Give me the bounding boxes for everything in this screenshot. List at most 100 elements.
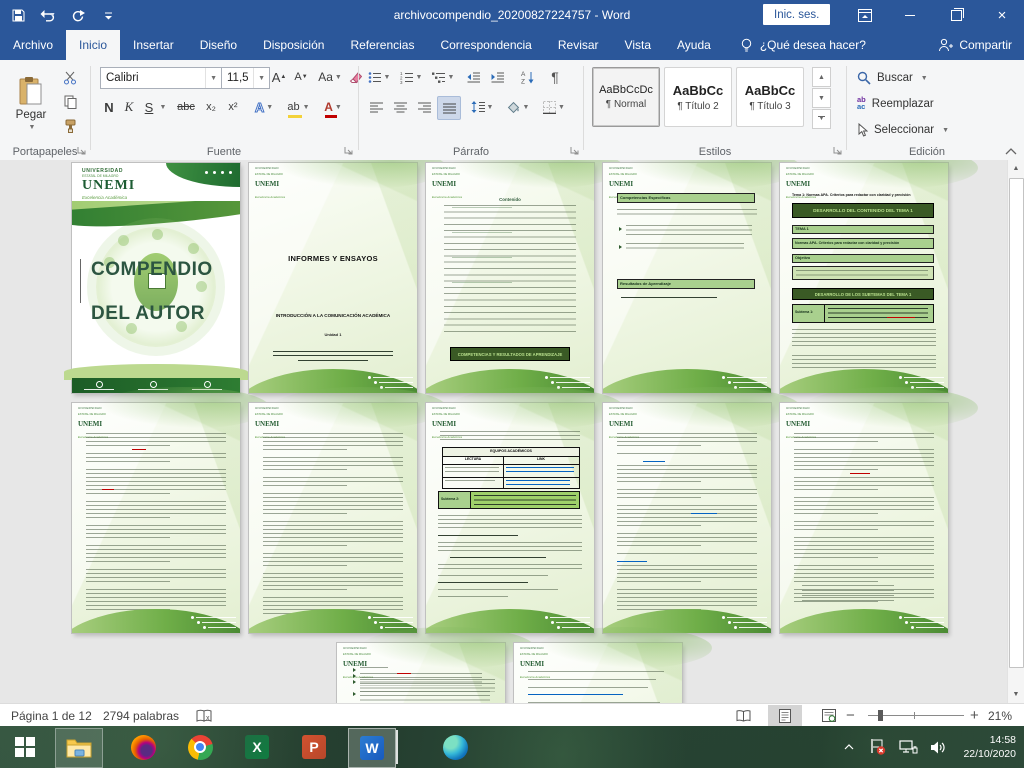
zoom-in-button[interactable]: +	[970, 704, 979, 727]
grow-font-button[interactable]: A▲	[269, 66, 289, 88]
increase-indent-button[interactable]	[487, 66, 509, 88]
taskbar-chrome-button[interactable]	[177, 728, 223, 766]
bold-button[interactable]: N	[100, 96, 118, 118]
page-thumbnail-7[interactable]: UNIVERSIDADESTATAL DE MILAGROUNEMIExcele…	[249, 403, 417, 633]
taskbar-edge-button[interactable]	[432, 728, 478, 766]
tab-referencias[interactable]: Referencias	[337, 30, 427, 60]
highlight-color-button[interactable]: ab ▼	[283, 96, 313, 118]
taskbar-powerpoint-button[interactable]: P	[291, 728, 337, 766]
word-count[interactable]: 2794 palabras	[103, 704, 179, 727]
style-título2[interactable]: AaBbCc¶ Título 2	[664, 67, 732, 127]
page-thumbnail-3[interactable]: UNIVERSIDADESTATAL DE MILAGROUNEMIExcele…	[426, 163, 594, 393]
tab-inicio[interactable]: Inicio	[66, 30, 120, 60]
subscript-button[interactable]: x₂	[201, 96, 221, 118]
page-thumbnail-12[interactable]: UNIVERSIDADESTATAL DE MILAGROUNEMIExcele…	[514, 643, 682, 703]
restore-button[interactable]	[936, 0, 976, 30]
paragraph-dialog-launcher[interactable]	[569, 145, 580, 156]
network-icon[interactable]	[894, 726, 922, 768]
web-layout-button[interactable]	[812, 705, 846, 726]
tab-disposición[interactable]: Disposición	[250, 30, 337, 60]
font-color-button[interactable]: A ▼	[319, 96, 347, 118]
security-flag-icon[interactable]	[864, 726, 892, 768]
share-button[interactable]: Compartir	[938, 30, 1012, 60]
tab-ayuda[interactable]: Ayuda	[664, 30, 724, 60]
change-case-button[interactable]: Aa▼	[317, 66, 343, 88]
style-normal[interactable]: AaBbCcDc¶ Normal	[592, 67, 660, 127]
align-right-button[interactable]	[413, 96, 435, 118]
numbering-button[interactable]: 123▼	[397, 66, 425, 88]
text-effects-button[interactable]: A▼	[251, 96, 277, 118]
sort-button[interactable]: AZ	[515, 66, 541, 88]
font-size-combo[interactable]: 11,5▼	[221, 67, 270, 89]
page-thumbnail-8[interactable]: UNIVERSIDADESTATAL DE MILAGROUNEMIExcele…	[426, 403, 594, 633]
read-mode-button[interactable]	[726, 705, 760, 726]
replace-button[interactable]: abac Reemplazar	[857, 94, 934, 114]
tab-diseño[interactable]: Diseño	[187, 30, 250, 60]
undo-icon[interactable]: ▼	[38, 4, 58, 26]
bullets-button[interactable]: ▼	[365, 66, 393, 88]
select-button[interactable]: Seleccionar▼	[857, 120, 949, 140]
align-center-button[interactable]	[389, 96, 411, 118]
paste-button[interactable]: Pegar ▼	[7, 66, 55, 140]
taskbar-firefox-button[interactable]	[120, 728, 166, 766]
scroll-up-arrow[interactable]: ▲	[1008, 160, 1024, 177]
page-thumbnail-2[interactable]: UNIVERSIDADESTATAL DE MILAGROUNEMIExcele…	[249, 163, 417, 393]
undo-dropdown-icon[interactable]: ▼	[49, 12, 56, 19]
tab-insertar[interactable]: Insertar	[120, 30, 187, 60]
page-thumbnail-5[interactable]: UNIVERSIDADESTATAL DE MILAGROUNEMIExcele…	[780, 163, 948, 393]
shading-button[interactable]: ▼	[503, 96, 533, 118]
taskbar-file-explorer-button[interactable]	[55, 728, 103, 768]
customize-qat-icon[interactable]	[98, 4, 118, 26]
zoom-slider-thumb[interactable]	[878, 710, 883, 721]
styles-scroll-up-button[interactable]: ▲	[812, 67, 831, 87]
volume-icon[interactable]	[924, 726, 952, 768]
vertical-scrollbar[interactable]: ▲ ▼	[1007, 160, 1024, 703]
show-paragraph-marks-button[interactable]: ¶	[545, 66, 565, 88]
styles-scroll-down-button[interactable]: ▼	[812, 88, 831, 108]
document-canvas[interactable]: UNIVERSIDADESTATAL DE MILAGROUNEMIExcele…	[0, 160, 1008, 703]
tell-me-box[interactable]: ¿Qué desea hacer?	[740, 30, 866, 60]
font-dialog-launcher[interactable]	[343, 145, 354, 156]
copy-button[interactable]	[58, 91, 82, 113]
redo-icon[interactable]	[68, 4, 88, 26]
page-thumbnail-10[interactable]: UNIVERSIDADESTATAL DE MILAGROUNEMIExcele…	[780, 403, 948, 633]
strikethrough-button[interactable]: abc	[173, 96, 199, 118]
tray-expand-icon[interactable]	[838, 726, 860, 768]
italic-button[interactable]: K	[120, 96, 138, 118]
font-family-combo[interactable]: Calibri▼	[100, 67, 222, 89]
styles-more-button[interactable]: ▼	[812, 109, 831, 129]
multilevel-list-button[interactable]: ▼	[429, 66, 457, 88]
taskbar-clock[interactable]: 14:58 22/10/2020	[963, 726, 1016, 768]
underline-dropdown-icon[interactable]: ▼	[157, 96, 167, 118]
tab-correspondencia[interactable]: Correspondencia	[427, 30, 544, 60]
tab-archivo[interactable]: Archivo	[0, 30, 66, 60]
scrollbar-thumb[interactable]	[1009, 178, 1024, 668]
align-left-button[interactable]	[365, 96, 387, 118]
tab-revisar[interactable]: Revisar	[545, 30, 612, 60]
decrease-indent-button[interactable]	[463, 66, 485, 88]
format-painter-button[interactable]	[58, 115, 82, 137]
close-button[interactable]: ×	[982, 0, 1022, 30]
superscript-button[interactable]: x²	[223, 96, 243, 118]
styles-dialog-launcher[interactable]	[832, 145, 843, 156]
page-thumbnail-4[interactable]: UNIVERSIDADESTATAL DE MILAGROUNEMIExcele…	[603, 163, 771, 393]
zoom-level[interactable]: 21%	[988, 704, 1012, 727]
page-indicator[interactable]: Página 1 de 12	[11, 704, 92, 727]
borders-button[interactable]: ▼	[539, 96, 569, 118]
save-icon[interactable]	[8, 4, 28, 26]
paste-dropdown-icon[interactable]: ▼	[29, 124, 36, 131]
proofing-status-icon[interactable]: x	[196, 704, 212, 727]
page-thumbnail-9[interactable]: UNIVERSIDADESTATAL DE MILAGROUNEMIExcele…	[603, 403, 771, 633]
shrink-font-button[interactable]: A▼	[291, 66, 311, 88]
taskbar-start-button[interactable]	[2, 728, 48, 766]
collapse-ribbon-button[interactable]	[1005, 148, 1017, 155]
style-título3[interactable]: AaBbCc¶ Título 3	[736, 67, 804, 127]
clipboard-dialog-launcher[interactable]	[76, 145, 87, 156]
cut-button[interactable]	[58, 67, 82, 89]
underline-button[interactable]: S	[140, 96, 158, 118]
line-spacing-button[interactable]: ▼	[467, 96, 497, 118]
print-layout-button[interactable]	[768, 705, 802, 726]
zoom-out-button[interactable]: −	[846, 704, 855, 727]
taskbar-word-button[interactable]: W	[348, 728, 396, 768]
ribbon-display-options-icon[interactable]	[845, 0, 885, 30]
